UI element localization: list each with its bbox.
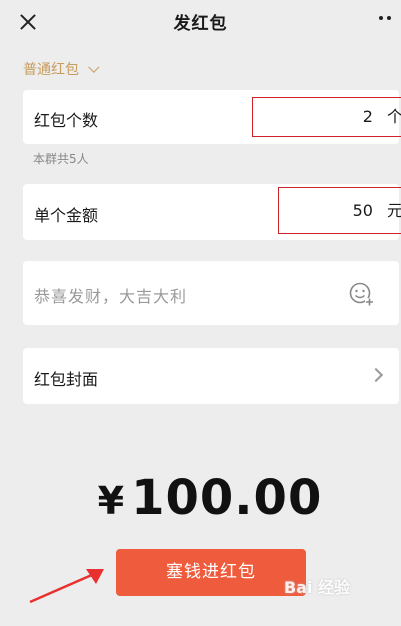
cover-label: 红包封面 [34, 370, 99, 389]
amount-value: 50 [352, 201, 373, 220]
cover-row[interactable]: 红包封面 [23, 348, 399, 404]
chevron-right-icon [368, 367, 384, 383]
count-value: 2 [362, 107, 373, 126]
chevron-down-icon [88, 61, 100, 73]
red-arrow-annotation [29, 569, 104, 604]
total-value: 100.00 [131, 470, 323, 526]
more-icon[interactable] [379, 16, 399, 24]
count-label: 红包个数 [34, 111, 99, 130]
count-input[interactable]: 2个 [252, 97, 401, 137]
amount-card: 单个金额 50 元 [23, 184, 401, 240]
send-red-packet-button[interactable]: 塞钱进红包 [116, 549, 306, 596]
watermark: Bai 经验 [284, 578, 351, 597]
currency-symbol: ¥ [97, 479, 126, 523]
amount-unit: 元 [386, 201, 401, 220]
count-card: 红包个数 2个 [23, 90, 401, 144]
packet-type-label: 普通红包 [23, 62, 79, 78]
amount-label: 单个金额 [34, 206, 99, 225]
page-title: 发红包 [173, 14, 228, 34]
blessing-card[interactable]: 恭喜发财，大吉大利 [23, 261, 399, 325]
packet-type-select[interactable]: 普通红包 [23, 59, 100, 79]
total-amount: ¥100.00 [0, 470, 401, 526]
amount-input[interactable]: 50 元 [278, 187, 401, 234]
blessing-input[interactable]: 恭喜发财，大吉大利 [34, 283, 187, 307]
top-bar: 发红包 [0, 0, 401, 44]
count-unit: 个 [386, 107, 401, 126]
emoji-icon[interactable] [349, 282, 375, 306]
group-member-hint: 本群共5人 [33, 152, 89, 166]
